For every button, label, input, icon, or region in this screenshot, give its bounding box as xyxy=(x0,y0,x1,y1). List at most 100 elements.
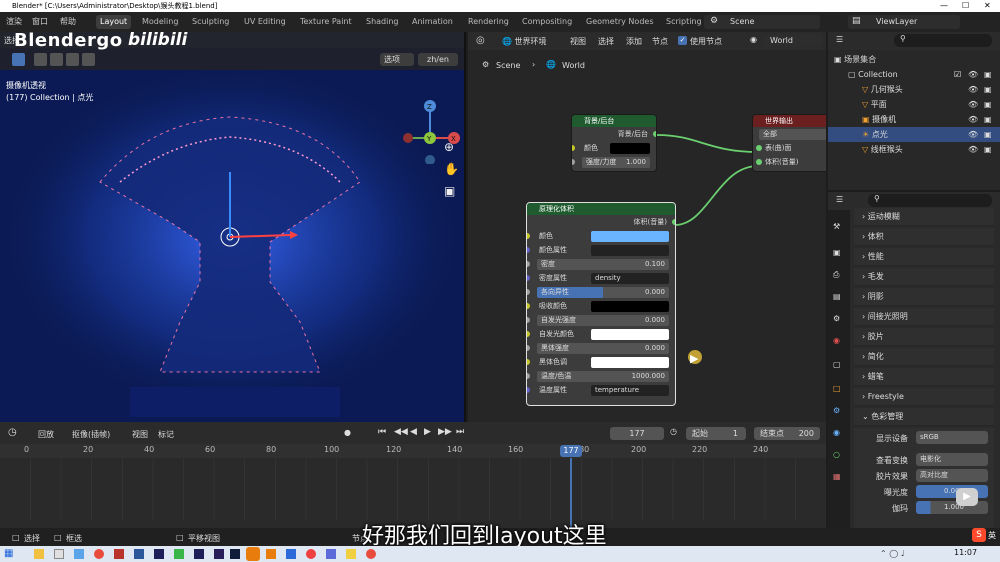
explorer-icon[interactable] xyxy=(34,549,44,559)
options-dropdown[interactable]: 选项 xyxy=(380,53,414,66)
app-icon[interactable] xyxy=(214,549,224,559)
world-tab-icon[interactable]: ◉ xyxy=(833,336,840,345)
timeline-type-icon[interactable]: ◷ xyxy=(8,427,17,438)
chrome-icon[interactable] xyxy=(94,549,104,559)
density-field[interactable]: 密度 0.100 xyxy=(537,258,669,270)
outliner-item[interactable]: ▽ 几何猴头 👁 ▣ xyxy=(828,82,1000,97)
prev-keyframe-icon[interactable]: ◀◀ xyxy=(394,427,408,437)
select-subtract-icon[interactable] xyxy=(66,53,79,66)
constraint-tab-icon[interactable]: ○ xyxy=(833,450,840,459)
panel-film[interactable]: › 胶片 xyxy=(854,328,994,346)
panel-grease-pencil[interactable]: › 蜡笔 xyxy=(854,368,994,386)
workspace-tab-animation[interactable]: Animation xyxy=(408,15,457,29)
tool-tab-icon[interactable]: ⚒ xyxy=(833,222,840,231)
view-transform-dropdown[interactable]: 电影化 xyxy=(916,453,988,466)
blender-icon[interactable] xyxy=(266,549,276,559)
ime-icon[interactable]: S xyxy=(972,528,986,542)
workspace-tab-layout[interactable]: Layout xyxy=(96,15,132,29)
outliner-search-input[interactable]: ⚲ xyxy=(894,34,992,47)
eye-icon[interactable]: 👁 xyxy=(968,112,978,127)
timeline-menu-keying[interactable]: 抠像(插帧) xyxy=(72,429,110,440)
menu-window[interactable]: 窗口 xyxy=(32,16,48,27)
scene-tab-icon[interactable]: ⚙ xyxy=(833,314,840,323)
app-icon[interactable] xyxy=(326,549,336,559)
volume-output-socket[interactable] xyxy=(672,219,675,225)
play-icon[interactable]: ▶ xyxy=(424,427,431,437)
timeline-menu-view[interactable]: 视图 xyxy=(132,429,148,440)
menu-render[interactable]: 渲染 xyxy=(6,16,22,27)
background-color-swatch[interactable] xyxy=(610,142,650,154)
outliner-item[interactable]: ▣ 摄像机 👁 ▣ xyxy=(828,112,1000,127)
app-icon[interactable] xyxy=(346,549,356,559)
strength-field[interactable]: 强度/力度 1.000 xyxy=(582,156,650,168)
menu-help[interactable]: 帮助 xyxy=(60,16,76,27)
properties-search-input[interactable]: ⚲ xyxy=(868,194,992,207)
temperature-field[interactable]: 温度/色温 1000.000 xyxy=(537,370,669,382)
workspace-tab-shading[interactable]: Shading xyxy=(362,15,403,29)
end-frame-field[interactable]: 结束点 200 xyxy=(754,427,820,440)
render-camera-icon[interactable]: ▣ xyxy=(984,142,992,157)
modifier-tab-icon[interactable]: ⚙ xyxy=(833,406,840,415)
next-keyframe-icon[interactable]: ▶▶ xyxy=(438,427,452,437)
3d-viewport[interactable]: 选择 选项 zh/en Blendergo bilibili 摄像机透视 (17… xyxy=(0,32,466,422)
camera-view-icon[interactable]: ▣ xyxy=(444,184,455,198)
timeline-ruler[interactable]: 0 20 40 60 80 100 120 140 160 180 200 22… xyxy=(0,444,826,458)
background-node[interactable]: 背景/后台 背景/后台 颜色 强度/力度 1.000 xyxy=(571,114,657,172)
workspace-tab-geometry-nodes[interactable]: Geometry Nodes xyxy=(582,15,657,29)
collection-eye-icon[interactable]: 👁 xyxy=(968,67,978,82)
anisotropy-field[interactable]: 各向异性 0.000 xyxy=(537,286,669,298)
texture-tab-icon[interactable]: ▦ xyxy=(833,472,841,481)
absorption-swatch[interactable] xyxy=(591,300,669,312)
photoshop-icon[interactable] xyxy=(230,549,240,559)
collection-visibility-checkbox[interactable]: ☑ xyxy=(954,67,961,82)
outliner-type-icon[interactable]: ☰ xyxy=(836,35,843,44)
density-attr-field[interactable]: density xyxy=(591,272,669,284)
workspace-tab-compositing[interactable]: Compositing xyxy=(518,15,576,29)
world-output-node[interactable]: 世界输出 全部 表(曲)面 体积(音量) xyxy=(752,114,826,172)
outliner-item[interactable]: ▽ 线框猴头 👁 ▣ xyxy=(828,142,1000,157)
current-frame-field[interactable]: 177 xyxy=(610,427,664,440)
workspace-tab-scripting[interactable]: Scripting xyxy=(662,15,706,29)
tray-icons[interactable]: ⌃ ◯ ♩ xyxy=(880,549,905,558)
premiere-icon[interactable] xyxy=(154,549,164,559)
blackbody-field[interactable]: 黑体强度 0.000 xyxy=(537,342,669,354)
eye-icon[interactable]: 👁 xyxy=(968,97,978,112)
collection-camera-icon[interactable]: ▣ xyxy=(984,67,992,82)
workspace-tab-sculpting[interactable]: Sculpting xyxy=(188,15,233,29)
pan-hand-icon[interactable]: ✋ xyxy=(444,162,459,176)
start-frame-field[interactable]: 起始 1 xyxy=(686,427,746,440)
outliner[interactable]: ☰ ⚲ ▣ 场景集合 ▢ Collection ☑ 👁 ▣ ▽ 几何猴头 👁 ▣… xyxy=(828,32,1000,190)
render-camera-icon[interactable]: ▣ xyxy=(984,112,992,127)
app-icon[interactable] xyxy=(306,549,316,559)
workspace-tab-modeling[interactable]: Modeling xyxy=(138,15,182,29)
emission-strength-field[interactable]: 自发光强度 0.000 xyxy=(537,314,669,326)
properties-type-icon[interactable]: ☰ xyxy=(836,195,843,204)
workspace-tab-rendering[interactable]: Rendering xyxy=(464,15,513,29)
volume-input-socket[interactable] xyxy=(756,159,762,165)
app-icon[interactable] xyxy=(74,549,84,559)
panel-performance[interactable]: › 性能 xyxy=(854,248,994,266)
properties-editor[interactable]: ☰ ⚲ ⚒ ▣ ⎙ ▤ ⚙ ◉ ▢ □ ⚙ ◉ ○ ▦ › 运动模糊 › 体积 … xyxy=(828,192,1000,528)
density-socket[interactable] xyxy=(527,261,530,267)
jump-end-icon[interactable]: ⏭ xyxy=(456,427,464,437)
close-icon[interactable]: ✕ xyxy=(984,0,991,12)
eye-icon[interactable]: 👁 xyxy=(968,82,978,97)
temperature-attr-field[interactable]: temperature xyxy=(591,384,669,396)
playhead-indicator[interactable]: 177 xyxy=(560,445,582,457)
app-icon[interactable] xyxy=(134,549,144,559)
app-icon[interactable] xyxy=(286,549,296,559)
zoom-icon[interactable]: ⊕ xyxy=(444,140,454,154)
scene-selector[interactable]: ⚙ Scene xyxy=(704,15,820,29)
app-icon[interactable] xyxy=(114,549,124,559)
play-reverse-icon[interactable]: ◀ xyxy=(410,427,417,437)
workspace-tab-texture-paint[interactable]: Texture Paint xyxy=(296,15,356,29)
blackbody-tint-swatch[interactable] xyxy=(591,356,669,368)
outliner-scene-collection[interactable]: ▣ 场景集合 xyxy=(828,52,1000,67)
outliner-collection[interactable]: ▢ Collection ☑ 👁 ▣ xyxy=(828,67,1000,82)
volume-color-socket[interactable] xyxy=(527,233,530,239)
select-extend-icon[interactable] xyxy=(50,53,63,66)
select-invert-icon[interactable] xyxy=(82,53,95,66)
eye-icon[interactable]: 👁 xyxy=(968,142,978,157)
emission-strength-socket[interactable] xyxy=(527,317,530,323)
lang-toggle-button[interactable]: zh/en xyxy=(418,53,458,66)
